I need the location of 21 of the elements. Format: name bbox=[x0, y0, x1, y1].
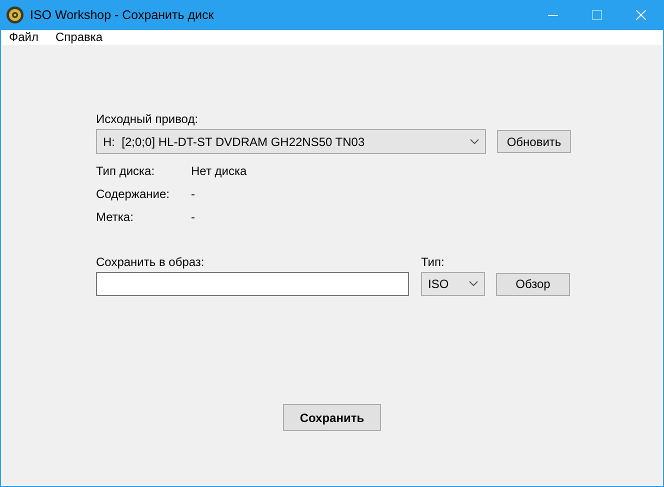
info-label: Содержание: bbox=[96, 186, 170, 200]
info-label: Тип диска: bbox=[96, 164, 156, 178]
info-value: - bbox=[191, 210, 196, 224]
app-logo-icon bbox=[6, 6, 24, 24]
field-label: Сохранить в образ: bbox=[96, 255, 206, 269]
field-label: Исходный привод: bbox=[96, 112, 200, 126]
maximize-icon bbox=[592, 10, 602, 20]
info-value: Нет диска bbox=[191, 164, 248, 178]
browse-button[interactable]: Обзор bbox=[496, 272, 570, 296]
info-value: - bbox=[191, 186, 196, 200]
save-button[interactable]: Сохранить bbox=[283, 404, 381, 431]
info-label: Метка: bbox=[96, 210, 134, 224]
refresh-button[interactable]: Обновить bbox=[497, 130, 571, 153]
file-path-field[interactable] bbox=[96, 272, 409, 296]
close-icon bbox=[636, 10, 646, 20]
type-dropdown[interactable]: ISO bbox=[421, 272, 485, 296]
field-label: Тип: bbox=[421, 255, 444, 269]
drive-dropdown[interactable]: H: [2;0;0] HL-DT-ST DVDRAM GH22NS50 TN03 bbox=[96, 129, 486, 154]
window-title: ISO Workshop - Сохранить диск bbox=[30, 8, 215, 22]
menu-item[interactable]: Справка bbox=[56, 30, 103, 44]
menu-item[interactable]: Файл bbox=[9, 30, 39, 44]
